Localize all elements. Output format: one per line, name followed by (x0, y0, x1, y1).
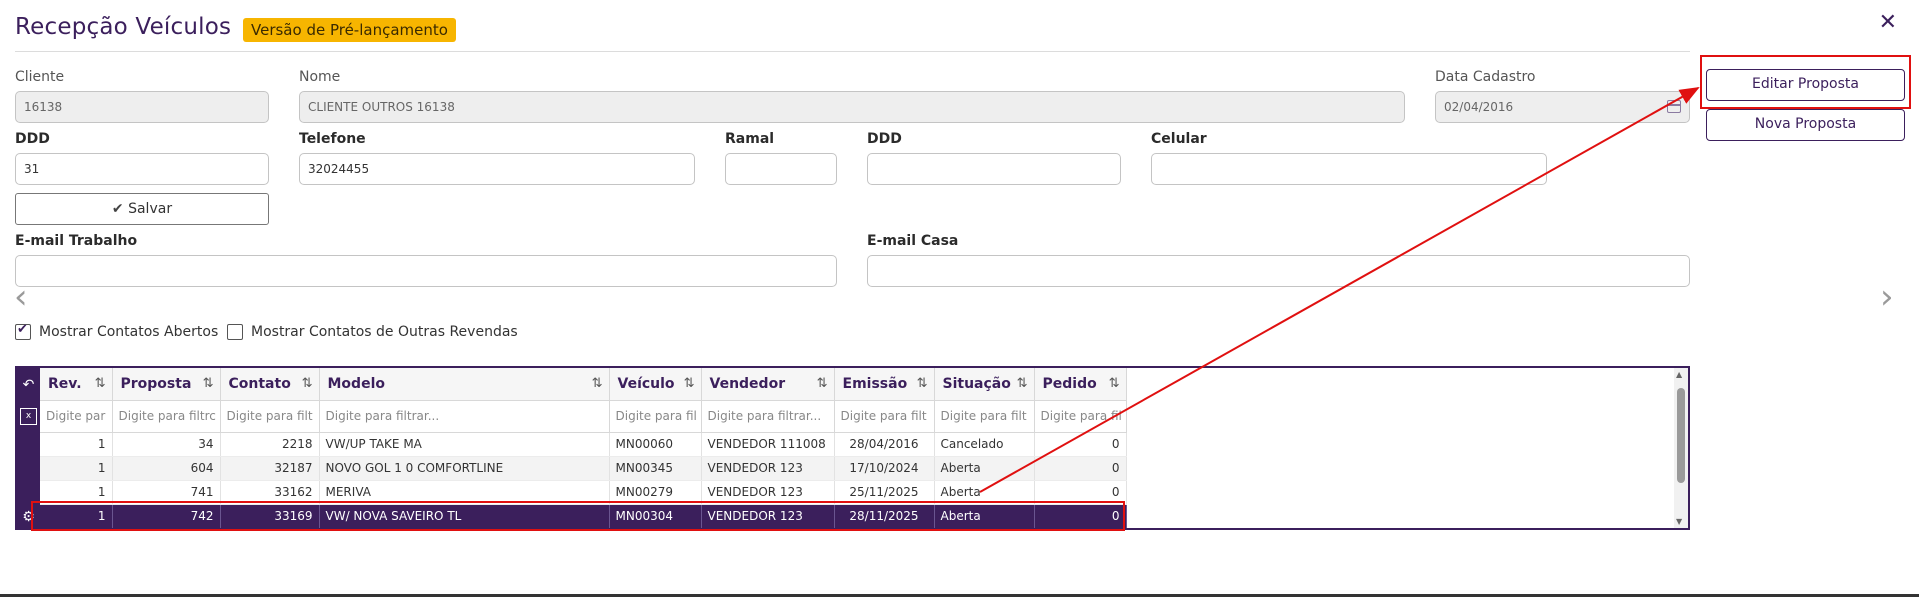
scrollbar-thumb[interactable] (1677, 388, 1685, 483)
table-row[interactable]: 1 604 32187 NOVO GOL 1 0 COMFORTLINE MN0… (40, 456, 1127, 481)
undo-icon[interactable]: ↶ (20, 377, 37, 394)
save-button[interactable]: ✔ Salvar (15, 193, 269, 225)
filter-input[interactable]: Digite para fil (609, 400, 702, 433)
cell-emissao: 17/10/2024 (834, 456, 935, 481)
filter-row: Digite par Digite para filtrc Digite par… (40, 400, 1127, 433)
sort-icon[interactable]: ⇅ (817, 376, 828, 391)
prev-arrow-icon[interactable]: ‹ (14, 280, 28, 314)
ddd-celular-label: DDD (867, 131, 902, 147)
data-cadastro-field[interactable]: 02/04/2016 (1435, 91, 1690, 123)
annotation-box-editar (1700, 55, 1911, 109)
cell-situacao: Aberta (934, 456, 1035, 481)
col-situacao[interactable]: Situação ⇅ (934, 368, 1035, 401)
mostrar-outras-label: Mostrar Contatos de Outras Revendas (251, 324, 518, 340)
header-row: Rev. ⇅ Proposta ⇅ Contato ⇅ Modelo ⇅ Veículo… (40, 368, 1127, 401)
cell-pedido: 0 (1034, 456, 1127, 481)
mostrar-abertos-checkbox[interactable]: Mostrar Contatos Abertos (15, 322, 219, 340)
sort-icon[interactable]: ⇅ (1017, 376, 1028, 391)
filter-input[interactable]: Digite para fil (1034, 400, 1127, 433)
cell-emissao: 28/04/2016 (834, 432, 935, 457)
sort-icon[interactable]: ⇅ (917, 376, 928, 391)
celular-label: Celular (1151, 131, 1207, 147)
ddd-field[interactable]: 31 (15, 153, 269, 185)
cell-veiculo: MN00345 (609, 456, 702, 481)
sort-icon[interactable]: ⇅ (1109, 376, 1120, 391)
checkbox-empty-icon[interactable] (227, 324, 243, 340)
filter-input[interactable]: Digite para filtrc (112, 400, 221, 433)
filter-input[interactable]: Digite para filtrar... (701, 400, 835, 433)
col-rev[interactable]: Rev. ⇅ (40, 368, 113, 401)
col-modelo[interactable]: Modelo ⇅ (319, 368, 610, 401)
cell-pedido: 0 (1034, 432, 1127, 457)
email-casa-label: E-mail Casa (867, 233, 959, 249)
cell-vendedor: VENDEDOR 111008 (701, 432, 835, 457)
annotation-box-row (31, 501, 1125, 531)
scroll-down-icon[interactable]: ▼ (1676, 517, 1682, 526)
sort-icon[interactable]: ⇅ (302, 376, 313, 391)
cell-contato: 2218 (220, 432, 320, 457)
email-casa-field[interactable] (867, 255, 1690, 287)
ramal-field[interactable] (725, 153, 837, 185)
cell-modelo: NOVO GOL 1 0 COMFORTLINE (319, 456, 610, 481)
cell-proposta: 604 (112, 456, 221, 481)
mostrar-abertos-label: Mostrar Contatos Abertos (39, 324, 219, 340)
sort-icon[interactable]: ⇅ (203, 376, 214, 391)
email-trabalho-label: E-mail Trabalho (15, 233, 138, 249)
col-vendedor[interactable]: Vendedor ⇅ (701, 368, 835, 401)
filter-input[interactable]: Digite par (40, 400, 113, 433)
nova-proposta-button[interactable]: Nova Proposta (1706, 109, 1905, 141)
cell-vendedor: VENDEDOR 123 (701, 456, 835, 481)
cliente-label: Cliente (15, 69, 65, 85)
cell-rev: 1 (40, 456, 113, 481)
filter-input[interactable]: Digite para filt (934, 400, 1035, 433)
col-emissao[interactable]: Emissão ⇅ (834, 368, 935, 401)
cell-proposta: 34 (112, 432, 221, 457)
cell-situacao: Cancelado (934, 432, 1035, 457)
filter-input[interactable]: Digite para filt (220, 400, 320, 433)
prerelease-badge: Versão de Pré-lançamento (243, 18, 456, 42)
cell-veiculo: MN00060 (609, 432, 702, 457)
calendar-icon[interactable] (1667, 100, 1681, 113)
cell-modelo: VW/UP TAKE MA (319, 432, 610, 457)
telefone-field[interactable]: 32024455 (299, 153, 695, 185)
sort-icon[interactable]: ⇅ (592, 376, 603, 391)
data-cadastro-value: 02/04/2016 (1444, 100, 1514, 114)
col-contato[interactable]: Contato ⇅ (220, 368, 320, 401)
ddd-label: DDD (15, 131, 50, 147)
checkbox-checked-icon[interactable] (15, 322, 31, 340)
save-button-label: Salvar (128, 201, 173, 217)
table-row[interactable]: 1 34 2218 VW/UP TAKE MA MN00060 VENDEDOR… (40, 432, 1127, 457)
telefone-label: Telefone (299, 131, 366, 147)
email-trabalho-field[interactable] (15, 255, 837, 287)
cell-contato: 32187 (220, 456, 320, 481)
next-arrow-icon[interactable]: › (1880, 280, 1894, 314)
filter-input[interactable]: Digite para filt (834, 400, 935, 433)
celular-field[interactable] (1151, 153, 1547, 185)
grid-scrollbar[interactable]: ▲ ▼ (1674, 368, 1688, 528)
page-title: Recepção Veículos (15, 14, 232, 40)
header-divider (15, 51, 1690, 52)
mostrar-outras-revendas-checkbox[interactable]: Mostrar Contatos de Outras Revendas (227, 324, 518, 340)
col-veiculo[interactable]: Veículo ⇅ (609, 368, 702, 401)
cell-rev: 1 (40, 432, 113, 457)
excel-export-icon[interactable]: x (20, 408, 37, 425)
filter-input[interactable]: Digite para filtrar... (319, 400, 610, 433)
col-proposta[interactable]: Proposta ⇅ (112, 368, 221, 401)
close-icon[interactable]: ✕ (1879, 10, 1897, 35)
sort-icon[interactable]: ⇅ (684, 376, 695, 391)
scroll-up-icon[interactable]: ▲ (1676, 370, 1682, 379)
col-pedido[interactable]: Pedido ⇅ (1034, 368, 1127, 401)
data-cadastro-label: Data Cadastro (1435, 69, 1536, 85)
sort-icon[interactable]: ⇅ (95, 376, 106, 391)
nome-field[interactable]: CLIENTE OUTROS 16138 (299, 91, 1405, 123)
check-icon: ✔ (111, 201, 124, 217)
cliente-field[interactable]: 16138 (15, 91, 269, 123)
nome-label: Nome (299, 69, 341, 85)
ddd-celular-field[interactable] (867, 153, 1121, 185)
ramal-label: Ramal (725, 131, 775, 147)
